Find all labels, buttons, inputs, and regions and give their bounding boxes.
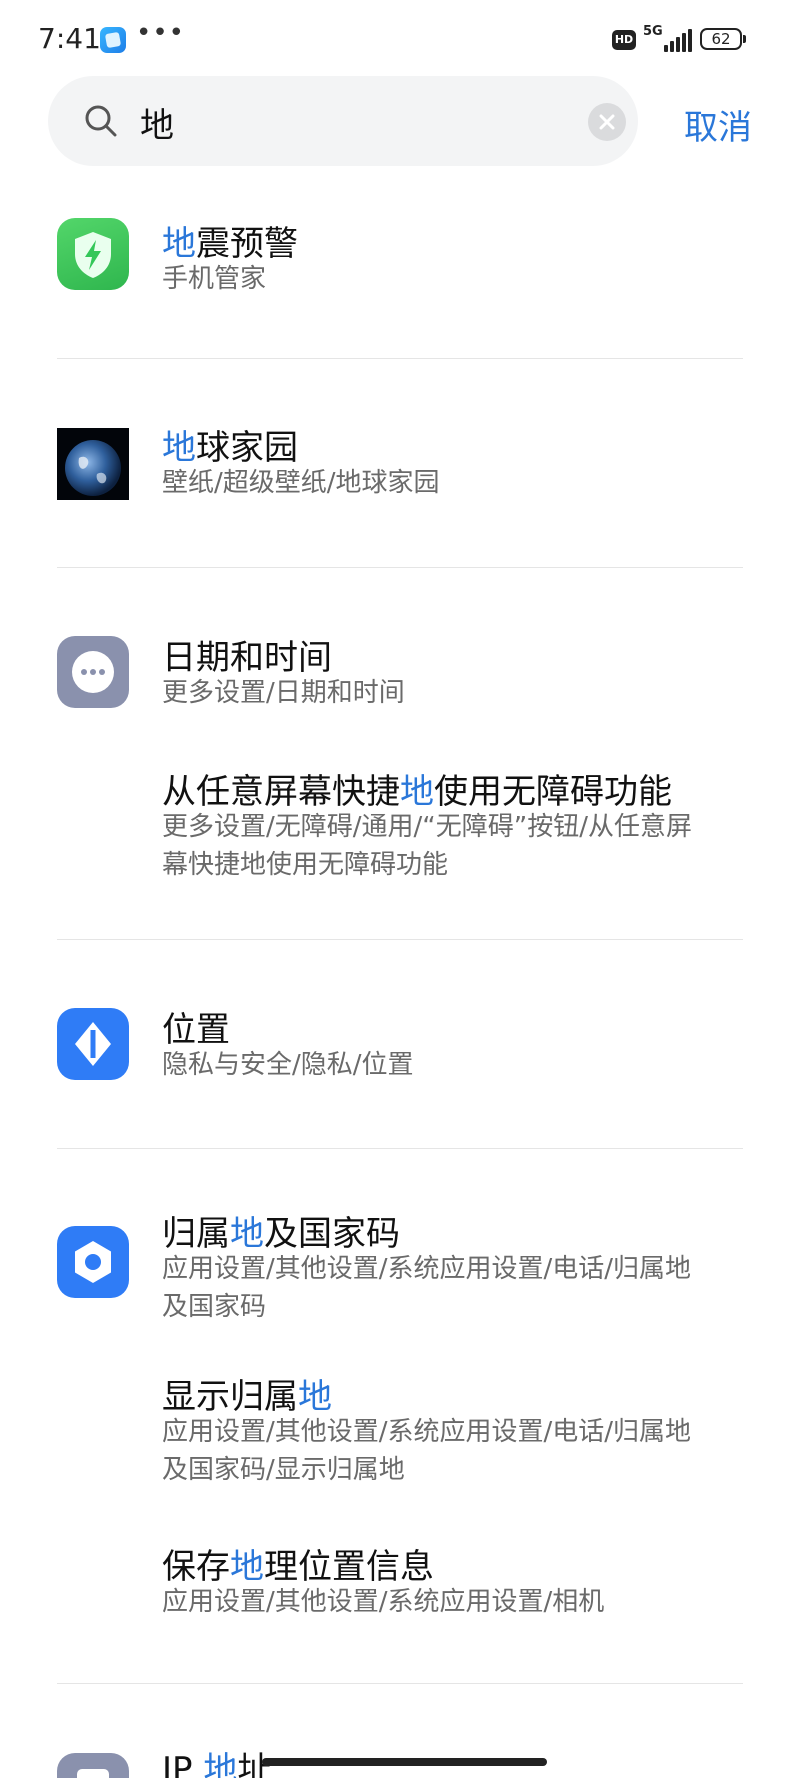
subtitle-line: 及国家码/显示归属地 [162, 1455, 405, 1485]
result-item-earthquake-warning[interactable]: 地震预警 手机管家 [0, 210, 800, 320]
result-item-earth-home[interactable]: 地球家园 壁纸/超级壁纸/地球家园 [0, 420, 800, 530]
cancel-button[interactable]: 取消 [684, 100, 752, 149]
result-subtitle: 壁纸/超级壁纸/地球家园 [162, 468, 440, 498]
highlight-match: 地 [230, 1547, 264, 1587]
title-rest: 归属 [162, 1214, 230, 1254]
more-settings-icon [57, 636, 129, 708]
result-title: 归属地及国家码 [162, 1206, 400, 1255]
result-title: 从任意屏幕快捷地使用无障碍功能 [162, 764, 672, 813]
divider [57, 358, 743, 359]
battery-tip [743, 35, 746, 43]
highlight-match: 地 [162, 428, 196, 468]
highlight-match: 地 [162, 224, 196, 264]
result-subtitle: 隐私与安全/隐私/位置 [162, 1050, 414, 1080]
search-field[interactable] [48, 76, 638, 166]
search-input[interactable]: 地 [140, 98, 174, 147]
earth-image-icon [57, 428, 129, 500]
result-title: 日期和时间 [162, 630, 332, 679]
result-title: 显示归属地 [162, 1369, 332, 1418]
divider [57, 1148, 743, 1149]
shield-bolt-icon [57, 218, 129, 290]
result-item-date-time[interactable]: 日期和时间 更多设置/日期和时间 [0, 628, 800, 738]
result-title: 位置 [162, 1002, 230, 1051]
search-icon [85, 105, 117, 137]
status-bar: 7:41 ••• HD 5G 62 [0, 0, 800, 80]
title-rest: 理位置信息 [264, 1547, 434, 1587]
title-rest: 位置 [162, 1010, 230, 1050]
result-title: 地球家园 [162, 420, 298, 469]
title-rest: 震预警 [196, 224, 298, 264]
divider [57, 567, 743, 568]
divider [57, 1683, 743, 1684]
more-notifications-icon: ••• [136, 18, 186, 48]
highlight-match: 地 [298, 1377, 332, 1417]
title-rest: 日期和时间 [162, 638, 332, 678]
result-item-accessibility-shortcut[interactable]: 从任意屏幕快捷地使用无障碍功能 更多设置/无障碍/通用/“无障碍”按钮/从任意屏… [0, 764, 800, 894]
signal-icon [664, 28, 694, 52]
result-item-caller-location[interactable]: 归属地及国家码 应用设置/其他设置/系统应用设置/电话/归属地 及国家码 [0, 1206, 800, 1336]
title-rest: 使用无障碍功能 [434, 772, 672, 812]
highlight-match: 地 [230, 1214, 264, 1254]
battery-level: 62 [711, 30, 731, 48]
subtitle-line: 幕快捷地使用无障碍功能 [162, 850, 449, 880]
result-title: 地震预警 [162, 216, 298, 265]
title-rest: 从任意屏幕快捷 [162, 772, 400, 812]
ip-address-icon [57, 1753, 129, 1778]
result-subtitle: 手机管家 [162, 264, 267, 294]
result-item-save-geolocation[interactable]: 保存地理位置信息 应用设置/其他设置/系统应用设置/相机 [0, 1539, 800, 1639]
result-subtitle: 更多设置/日期和时间 [162, 678, 405, 708]
result-title: 保存地理位置信息 [162, 1539, 434, 1588]
title-rest: 及国家码 [264, 1214, 400, 1254]
clear-icon[interactable] [588, 103, 626, 141]
result-subtitle: 应用设置/其他设置/系统应用设置/电话/归属地 及国家码 [162, 1250, 742, 1326]
result-item-show-caller-location[interactable]: 显示归属地 应用设置/其他设置/系统应用设置/电话/归属地 及国家码/显示归属地 [0, 1369, 800, 1499]
status-time: 7:41 [38, 22, 101, 55]
result-item-location[interactable]: 位置 隐私与安全/隐私/位置 [0, 1000, 800, 1110]
title-rest: IP [162, 1750, 204, 1778]
subtitle-line: 及国家码 [162, 1292, 267, 1322]
result-title: IP 地址 [162, 1742, 271, 1778]
highlight-match: 地 [400, 772, 434, 812]
subtitle-line: 应用设置/其他设置/系统应用设置/电话/归属地 [162, 1417, 692, 1447]
app-settings-icon [57, 1226, 129, 1298]
title-rest: 球家园 [196, 428, 298, 468]
hd-icon: HD [612, 30, 636, 50]
divider [57, 939, 743, 940]
title-rest: 显示归属 [162, 1377, 298, 1417]
result-subtitle: 更多设置/无障碍/通用/“无障碍”按钮/从任意屏 幕快捷地使用无障碍功能 [162, 808, 742, 884]
location-icon [57, 1008, 129, 1080]
result-subtitle: 应用设置/其他设置/系统应用设置/相机 [162, 1587, 605, 1617]
network-type: 5G [643, 24, 663, 39]
highlight-match: 地 [203, 1750, 238, 1778]
subtitle-line: 更多设置/无障碍/通用/“无障碍”按钮/从任意屏 [162, 812, 692, 842]
title-rest: 保存 [162, 1547, 230, 1587]
home-indicator[interactable] [262, 1758, 547, 1766]
app-icon [100, 27, 126, 53]
battery-icon: 62 [700, 28, 742, 50]
subtitle-line: 应用设置/其他设置/系统应用设置/电话/归属地 [162, 1254, 692, 1284]
result-subtitle: 应用设置/其他设置/系统应用设置/电话/归属地 及国家码/显示归属地 [162, 1413, 742, 1489]
